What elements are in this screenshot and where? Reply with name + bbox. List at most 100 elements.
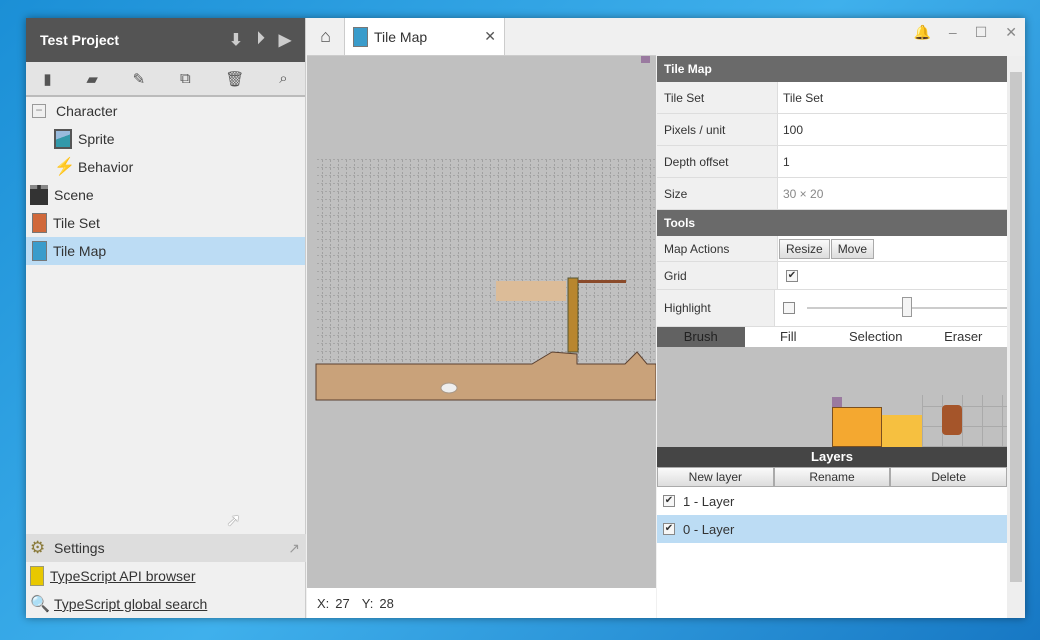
map-actions-label: Map Actions — [657, 236, 778, 261]
lightning-icon: ⚡ — [54, 157, 76, 176]
search-icon[interactable]: ⌕ — [279, 70, 287, 87]
y-value: 28 — [379, 595, 394, 611]
tree-item-tile-map[interactable]: Tile Map — [26, 237, 305, 265]
pixels-per-unit-label: Pixels / unit — [657, 114, 778, 145]
grid-checkbox[interactable]: ✔ — [786, 269, 798, 282]
close-icon[interactable]: ✕ — [484, 28, 496, 45]
tilemap-section-header: Tile Map — [657, 56, 1007, 82]
settings-label: Settings — [54, 540, 105, 556]
run-icon[interactable]: ▶ — [279, 30, 291, 50]
debug-run-icon[interactable]: ⏵ — [257, 30, 265, 50]
tab-selection[interactable]: Selection — [832, 327, 920, 347]
app-window: Test Project ⬇ ⏵ ▶ ▮ ▰ ✎ ⧉ 🗑 ⌕ − Characte… — [26, 18, 1025, 618]
sprite-icon — [54, 129, 72, 149]
layer-item[interactable]: ✔ 1 - Layer — [657, 487, 1007, 515]
tree-item-character[interactable]: − Character — [26, 97, 305, 125]
scrollbar-thumb[interactable] — [1010, 72, 1022, 582]
home-button[interactable]: ⌂ — [307, 18, 345, 55]
brush-tabs: Brush Fill Selection Eraser — [657, 327, 1007, 347]
tree-item-behavior[interactable]: ⚡ Behavior — [26, 153, 305, 181]
tileset-preview[interactable] — [657, 347, 1007, 447]
trash-icon[interactable]: 🗑 — [225, 70, 244, 88]
asset-tree: − Character Sprite ⚡ Behavior Scene Tile S… — [26, 97, 305, 265]
tilemap-file-icon — [353, 26, 368, 47]
tab-eraser[interactable]: Eraser — [920, 327, 1008, 347]
project-panel: Test Project ⬇ ⏵ ▶ ▮ ▰ ✎ ⧉ 🗑 ⌕ − Characte… — [26, 18, 306, 618]
delete-layer-button[interactable]: Delete — [890, 467, 1008, 487]
tree-item-label: Character — [56, 103, 118, 119]
duplicate-icon[interactable]: ⧉ — [180, 70, 191, 87]
project-title: Test Project — [40, 32, 120, 48]
editor-area: ⌂ Tile Map ✕ X: 27 Y: 28 — [307, 18, 657, 618]
layer-item[interactable]: ✔ 0 - Layer — [657, 515, 1007, 543]
new-folder-icon[interactable]: ▰ — [86, 70, 98, 88]
highlight-checkbox[interactable] — [783, 302, 795, 314]
highlight-slider-thumb[interactable] — [902, 297, 912, 317]
global-search-link-text[interactable]: TypeScript global search — [54, 596, 207, 612]
tree-item-label: Behavior — [78, 159, 134, 175]
home-icon: ⌂ — [320, 26, 331, 46]
clapperboard-icon — [30, 185, 48, 205]
api-browser-link[interactable]: TypeScript API browser — [26, 562, 306, 590]
project-toolbar: ▮ ▰ ✎ ⧉ 🗑 ⌕ — [26, 62, 305, 97]
highlight-label: Highlight — [657, 290, 775, 326]
y-label: Y: — [361, 595, 374, 611]
layers-header: Layers — [657, 447, 1007, 467]
layer-visibility-checkbox[interactable]: ✔ — [663, 523, 675, 535]
tree-item-tile-set[interactable]: Tile Set — [26, 209, 305, 237]
resize-button[interactable]: Resize — [779, 238, 830, 259]
api-browser-link-text[interactable]: TypeScript API browser — [50, 568, 196, 584]
properties-panel: Tile Map Tile Set Tile Set Pixels / unit 1… — [657, 56, 1008, 618]
x-label: X: — [317, 595, 330, 611]
new-file-icon[interactable]: ▮ — [43, 70, 51, 88]
tilemap-drawing — [315, 158, 657, 401]
branch-tile — [578, 280, 626, 283]
tilemap-canvas[interactable] — [307, 56, 657, 588]
tree-item-label: Tile Set — [53, 215, 100, 231]
rename-icon[interactable]: ✎ — [133, 70, 146, 88]
maximize-icon[interactable]: ☐ — [975, 24, 988, 41]
tree-item-label: Sprite — [78, 131, 115, 147]
size-label: Size — [657, 178, 778, 209]
status-bar: X: 27 Y: 28 — [307, 588, 656, 618]
gear-icon: ⚙ — [30, 538, 46, 557]
project-header: Test Project ⬇ ⏵ ▶ — [26, 18, 305, 62]
window-controls: 🔔 – ☐ ✕ — [913, 24, 1017, 41]
tree-item-scene[interactable]: Scene — [26, 181, 305, 209]
bell-icon[interactable]: 🔔 — [913, 24, 930, 41]
mouse-cursor-icon: ➚ — [226, 510, 242, 530]
download-icon[interactable]: ⬇ — [229, 30, 242, 50]
tree-item-label: Tile Map — [53, 243, 107, 259]
grid-label: Grid — [657, 262, 778, 289]
pixels-per-unit-field[interactable]: 100 — [778, 114, 1007, 145]
external-link-icon[interactable]: ↗ — [288, 540, 300, 557]
highlight-slider[interactable] — [807, 297, 1007, 317]
tree-item-sprite[interactable]: Sprite — [26, 125, 305, 153]
minimize-icon[interactable]: – — [949, 24, 957, 41]
properties-scrollbar[interactable] — [1007, 56, 1025, 618]
magnifier-icon: 🔍 — [30, 596, 50, 613]
platform-tile — [496, 281, 566, 301]
book-icon — [30, 566, 44, 586]
move-button[interactable]: Move — [830, 238, 875, 259]
depth-offset-field[interactable]: 1 — [778, 146, 1007, 177]
size-value: 30 × 20 — [783, 186, 824, 201]
tab-brush[interactable]: Brush — [657, 327, 745, 347]
tree-item-label: Scene — [54, 187, 94, 203]
depth-offset-label: Depth offset — [657, 146, 778, 177]
collapse-icon[interactable]: − — [32, 104, 46, 118]
tab-fill[interactable]: Fill — [745, 327, 833, 347]
tile-marker — [641, 56, 650, 63]
tilemap-file-icon — [32, 241, 47, 261]
tileset-file-icon — [32, 213, 47, 233]
layer-visibility-checkbox[interactable]: ✔ — [663, 495, 675, 507]
x-value: 27 — [335, 595, 350, 611]
bone-tile — [440, 382, 458, 394]
new-layer-button[interactable]: New layer — [657, 467, 774, 487]
tileset-field[interactable]: Tile Set — [778, 82, 1007, 113]
global-search-link[interactable]: 🔍 TypeScript global search — [26, 590, 306, 618]
rename-layer-button[interactable]: Rename — [773, 467, 891, 487]
tab-tile-map[interactable]: Tile Map ✕ — [345, 18, 505, 55]
settings-item[interactable]: ⚙ Settings ↗ — [26, 534, 306, 562]
close-window-icon[interactable]: ✕ — [1005, 24, 1017, 41]
